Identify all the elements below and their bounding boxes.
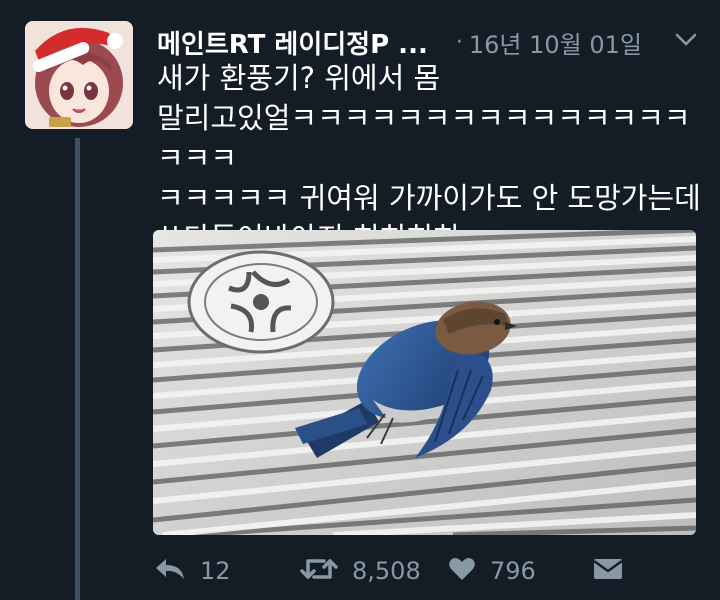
tweet-text: 새가 환풍기? 위에서 몸 말리고있얼ㅋㅋㅋㅋㅋㅋㅋㅋㅋㅋㅋㅋㅋㅋㅋㅋㅋㅋ ㅋㅋ… (157, 61, 701, 255)
timestamp[interactable]: 16년 10월 01일 (469, 25, 642, 60)
retweet-count: 8,508 (352, 557, 421, 585)
tweet-header: 메인트RT 레이디정P ... · 16년 10월 01일 (157, 22, 702, 62)
retweet-button[interactable]: 8,508 (300, 553, 421, 589)
retweet-icon (300, 555, 338, 587)
reply-icon (154, 555, 186, 587)
heart-icon (448, 556, 476, 586)
reply-count: 12 (200, 557, 231, 585)
avatar[interactable] (25, 21, 133, 129)
chevron-down-icon[interactable] (674, 30, 698, 50)
thread-line (75, 138, 80, 600)
like-button[interactable]: 796 (448, 553, 536, 589)
tweet-photo[interactable] (153, 230, 696, 535)
display-name[interactable]: 메인트RT 레이디정P ... (157, 24, 428, 61)
action-bar: 12 8,508 796 (154, 553, 704, 589)
message-button[interactable] (592, 553, 624, 589)
mail-icon (592, 556, 624, 586)
reply-button[interactable]: 12 (154, 553, 231, 589)
like-count: 796 (490, 557, 536, 585)
separator-dot: · (455, 29, 463, 55)
